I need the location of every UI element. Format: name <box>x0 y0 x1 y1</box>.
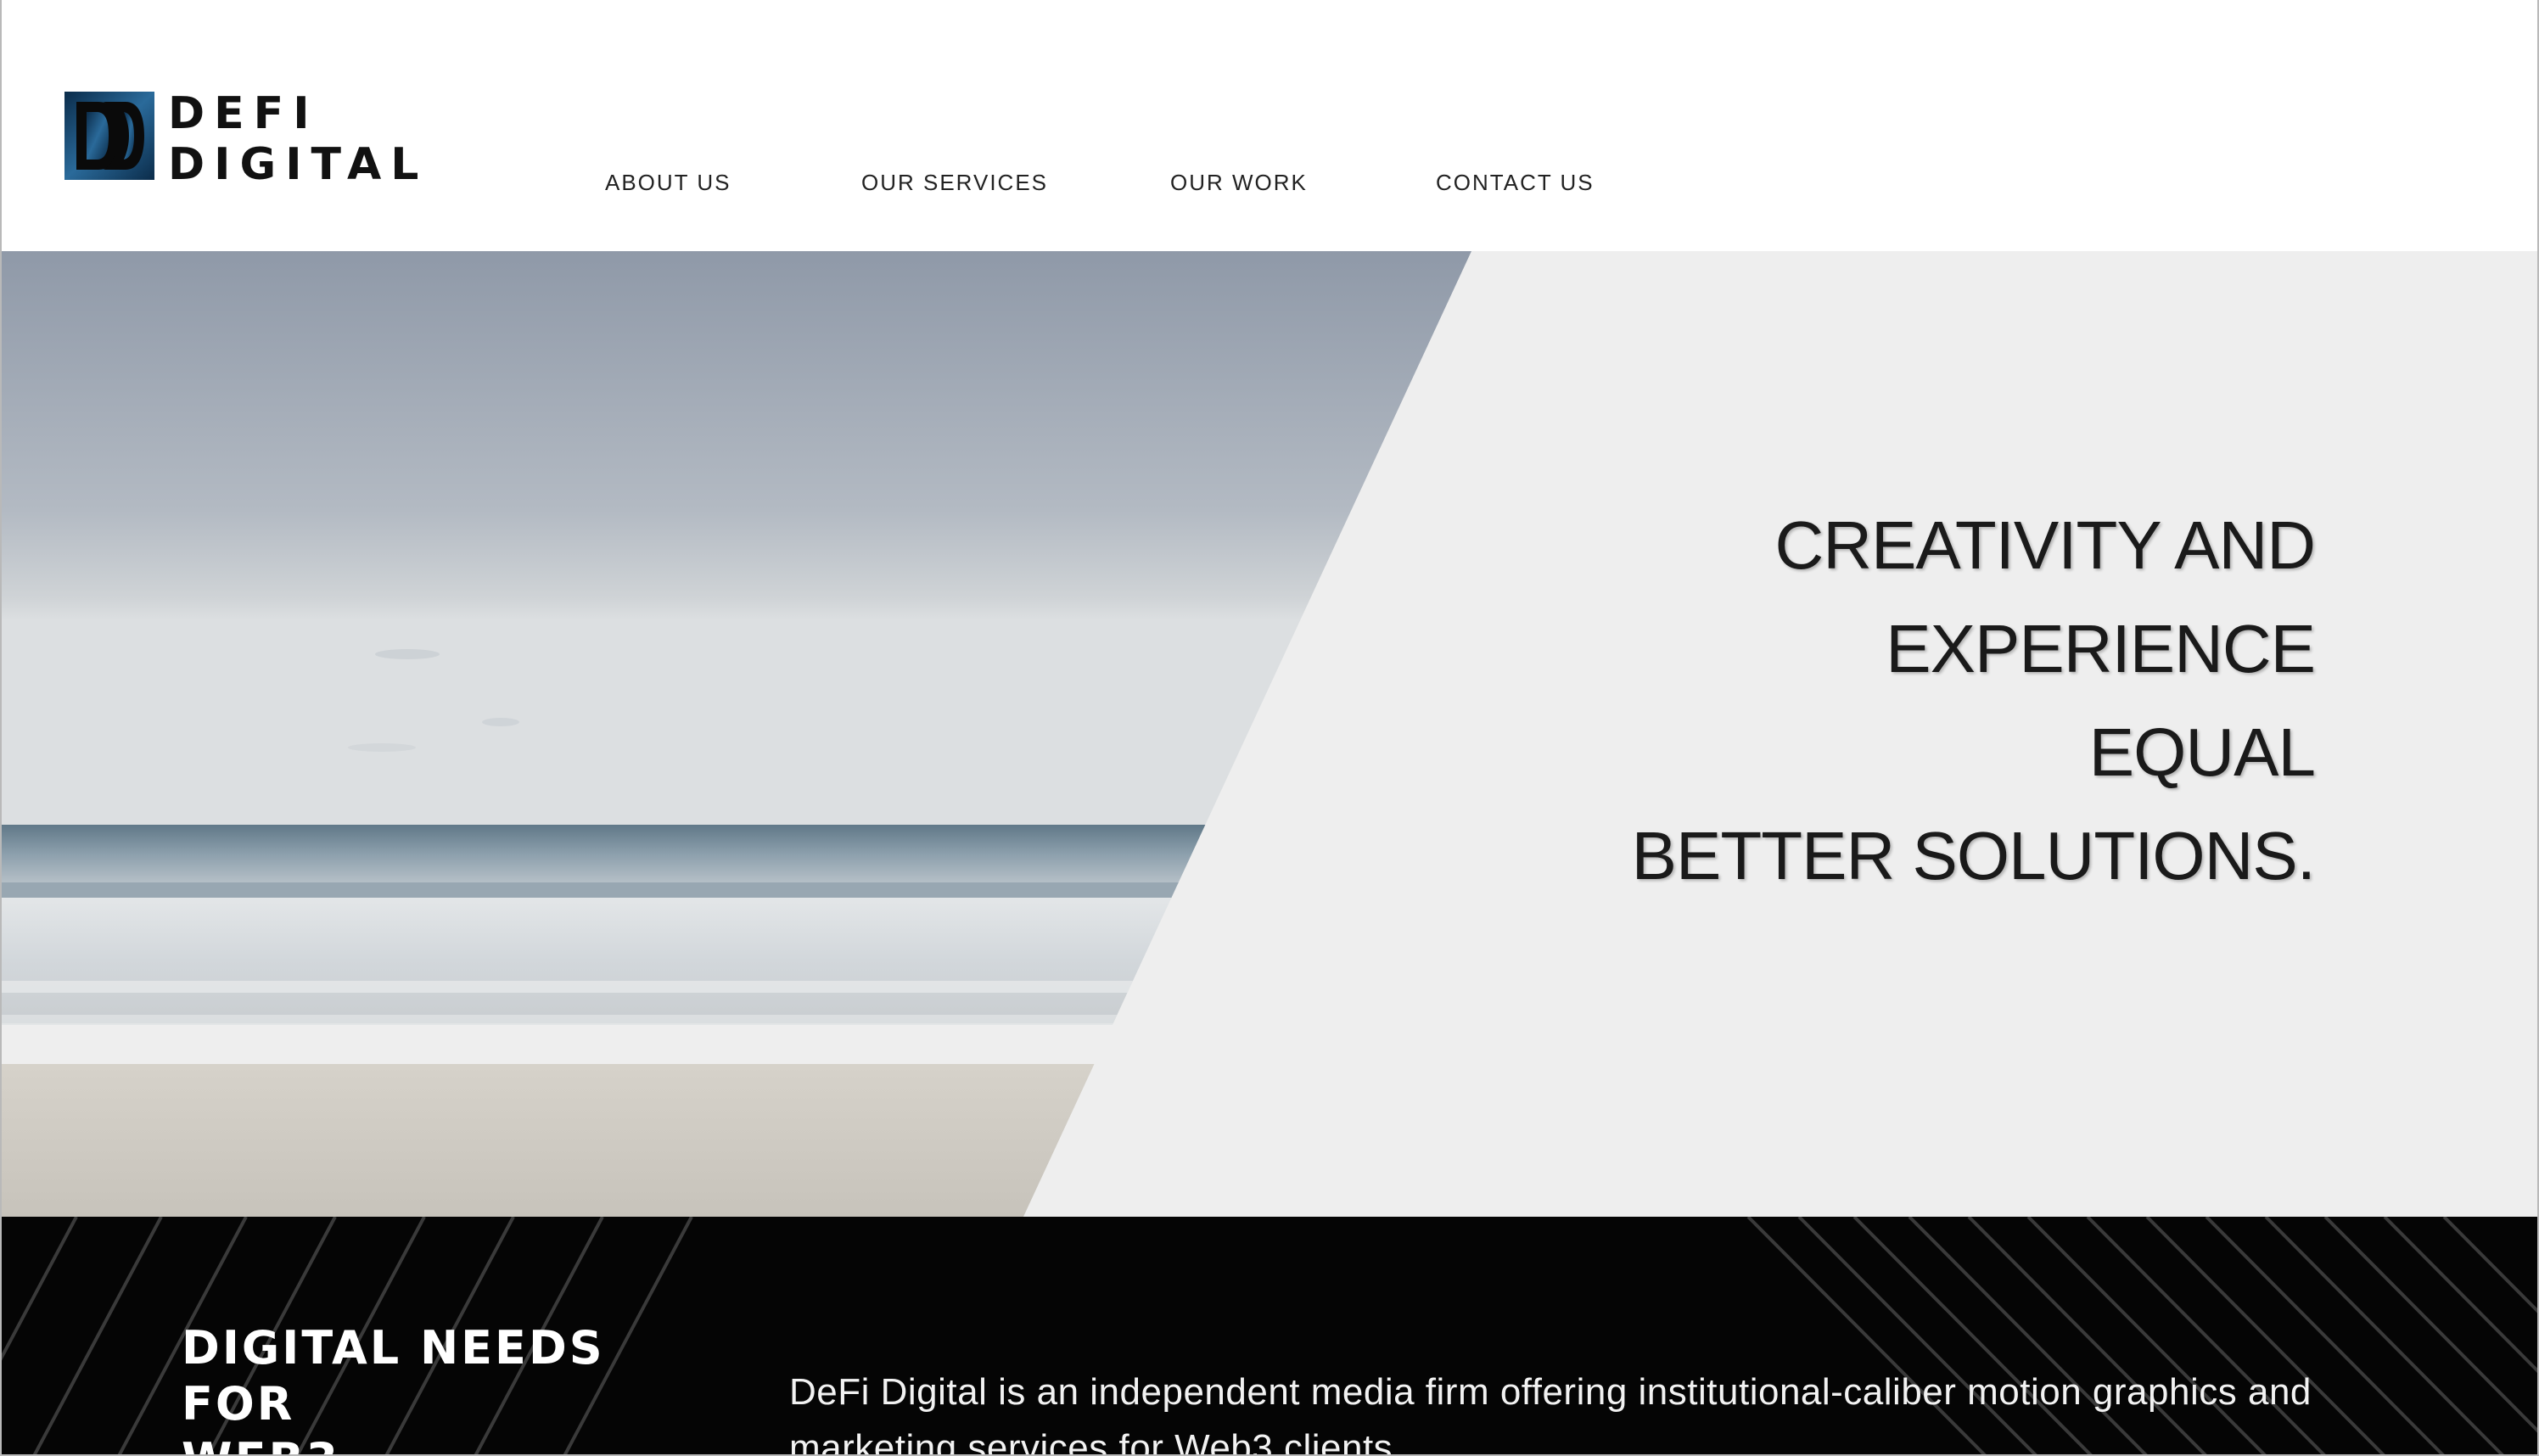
logo[interactable]: DEFI DIGITAL <box>64 88 429 190</box>
intro-heading-line: WEB3 <box>182 1432 605 1456</box>
hero-line: CREATIVITY AND <box>1774 507 2316 583</box>
hero-line: EXPERIENCE <box>1886 611 2316 686</box>
intro-section: DIGITAL NEEDS FOR WEB3 DeFi Digital is a… <box>0 1217 2539 1456</box>
nav-contact-us[interactable]: CONTACT US <box>1436 170 1595 196</box>
intro-paragraph: DeFi Digital is an independent media fir… <box>789 1371 2312 1456</box>
intro-heading: DIGITAL NEEDS FOR WEB3 <box>182 1320 605 1456</box>
defi-digital-logo-icon <box>64 92 154 180</box>
logo-wordmark: DEFI DIGITAL <box>168 88 428 190</box>
intro-heading-line: FOR <box>182 1377 295 1431</box>
logo-line-1: DEFI <box>168 88 319 139</box>
hero-headline: CREATIVITY AND EXPERIENCE EQUAL BETTER S… <box>1631 494 2316 908</box>
intro-heading-line: DIGITAL NEEDS <box>182 1321 605 1375</box>
nav-our-services[interactable]: OUR SERVICES <box>861 170 1048 196</box>
site-header: DEFI DIGITAL ABOUT US OUR SERVICES OUR W… <box>0 0 2539 251</box>
nav-about-us[interactable]: ABOUT US <box>605 170 731 196</box>
logo-line-2: DIGITAL <box>168 139 429 190</box>
hero-section: CREATIVITY AND EXPERIENCE EQUAL BETTER S… <box>0 251 2539 1217</box>
hero-line: BETTER SOLUTIONS. <box>1631 818 2316 893</box>
hero-line: EQUAL <box>2088 714 2316 790</box>
nav-our-work[interactable]: OUR WORK <box>1170 170 1308 196</box>
